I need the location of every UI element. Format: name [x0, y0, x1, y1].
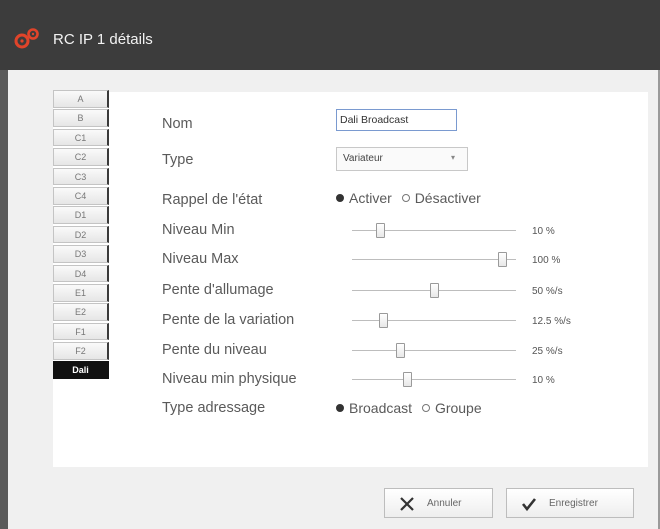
radio-empty-icon [421, 404, 430, 412]
pente-niveau-label: Pente du niveau [162, 342, 267, 358]
niveau-min-physique-value: 10 % [532, 375, 555, 386]
pente-allumage-slider[interactable] [352, 281, 516, 301]
radio-desactiver[interactable]: Désactiver [401, 190, 481, 206]
tab-d4[interactable]: D4 [53, 264, 109, 283]
slider-thumb[interactable] [430, 283, 439, 298]
tab-f2[interactable]: F2 [53, 342, 109, 360]
rappel-label: Rappel de l'état [162, 192, 263, 208]
pente-niveau-slider[interactable] [352, 341, 516, 361]
slider-thumb[interactable] [498, 252, 507, 267]
pente-variation-slider[interactable] [352, 311, 516, 331]
tab-d3[interactable]: D3 [53, 245, 109, 263]
niveau-max-value: 100 % [532, 255, 561, 266]
tab-a[interactable]: A [53, 90, 109, 108]
tab-c2[interactable]: C2 [53, 148, 109, 166]
tab-d2[interactable]: D2 [53, 225, 109, 244]
niveau-min-slider[interactable] [352, 221, 516, 241]
annuler-label: Annuler [427, 498, 462, 509]
niveau-min-physique-slider[interactable] [352, 370, 516, 390]
window-title: RC IP 1 détails [53, 31, 153, 48]
slider-track [352, 259, 516, 260]
tab-list: A B C1 C2 C3 C4 D1 D2 D3 D4 E1 E2 F1 F2 … [53, 90, 113, 381]
tab-d1[interactable]: D1 [53, 206, 109, 224]
type-select-value: Variateur [343, 153, 383, 164]
tab-dali[interactable]: Dali [53, 361, 109, 380]
niveau-max-slider[interactable] [352, 250, 516, 270]
close-icon [400, 497, 414, 511]
slider-track [352, 350, 516, 351]
slider-track [352, 320, 516, 321]
title-bar: RC IP 1 détails [0, 0, 660, 70]
window-left-border [0, 70, 8, 529]
slider-thumb[interactable] [375, 223, 385, 238]
niveau-min-physique-label: Niveau min physique [162, 371, 297, 387]
radio-desactiver-label: Désactiver [414, 190, 481, 206]
nom-input[interactable] [336, 109, 457, 131]
slider-thumb[interactable] [396, 343, 405, 358]
tab-c3[interactable]: C3 [53, 167, 109, 186]
radio-selected-icon [336, 194, 344, 202]
rappel-radio-group: Activer Désactiver [336, 190, 487, 206]
slider-thumb[interactable] [379, 313, 388, 328]
radio-empty-icon [401, 194, 410, 202]
gears-icon [14, 28, 39, 49]
tab-b[interactable]: B [53, 109, 109, 127]
slider-thumb[interactable] [402, 372, 412, 387]
annuler-button[interactable]: Annuler [384, 488, 493, 518]
pente-niveau-value: 25 %/s [532, 346, 563, 357]
radio-activer-label: Activer [349, 190, 392, 206]
type-label: Type [162, 152, 194, 168]
type-select[interactable]: Variateur ▾ [336, 147, 468, 171]
niveau-min-label: Niveau Min [162, 222, 235, 238]
niveau-max-label: Niveau Max [162, 251, 239, 267]
enregistrer-label: Enregistrer [549, 498, 598, 509]
adressage-radio-group: Broadcast Groupe [336, 400, 488, 416]
tab-e2[interactable]: E2 [53, 303, 109, 321]
radio-groupe[interactable]: Groupe [421, 400, 482, 416]
enregistrer-button[interactable]: Enregistrer [506, 488, 634, 518]
chevron-down-icon: ▾ [450, 153, 455, 162]
niveau-min-value: 10 % [532, 226, 555, 237]
radio-broadcast[interactable]: Broadcast [336, 400, 412, 416]
pente-allumage-value: 50 %/s [532, 286, 563, 297]
tab-c1[interactable]: C1 [53, 128, 109, 147]
tab-f1[interactable]: F1 [53, 322, 109, 341]
checkmark-icon [521, 498, 537, 512]
pente-variation-label: Pente de la variation [162, 312, 295, 328]
radio-activer[interactable]: Activer [336, 190, 392, 206]
radio-broadcast-label: Broadcast [349, 400, 413, 416]
radio-selected-icon [336, 404, 344, 412]
nom-label: Nom [162, 116, 193, 132]
tab-c4[interactable]: C4 [53, 186, 109, 205]
pente-variation-value: 12.5 %/s [532, 316, 571, 327]
tab-e1[interactable]: E1 [53, 283, 109, 302]
slider-track [352, 379, 516, 380]
type-adressage-label: Type adressage [162, 400, 266, 416]
radio-groupe-label: Groupe [434, 400, 482, 416]
pente-allumage-label: Pente d'allumage [162, 282, 274, 298]
